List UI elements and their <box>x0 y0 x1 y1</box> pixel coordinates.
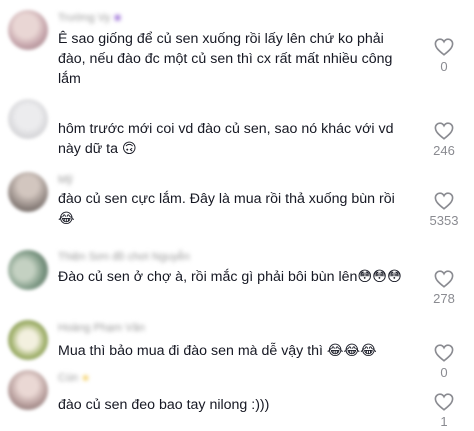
comment-text: Đào củ sen ở chợ à, rồi mắc gì phải bôi … <box>58 269 402 285</box>
comment-text: đào củ sen cực lắm. Đây là mua rồi thả x… <box>58 191 395 227</box>
like-count: 1 <box>440 414 448 429</box>
username-text[interactable]: Thiện Sơn đồ chơi Nguyễn <box>58 251 190 263</box>
heart-icon[interactable] <box>434 344 454 362</box>
comment-username[interactable]: Cún ● <box>58 372 89 384</box>
like-button[interactable]: 5353 <box>414 192 474 228</box>
like-button[interactable]: 1 <box>414 393 474 429</box>
heart-icon[interactable] <box>434 393 454 411</box>
comment-text: hôm trước mới coi vd đào củ sen, sao nó … <box>58 121 394 157</box>
comment-username[interactable]: Trường Vy ■ <box>58 12 121 24</box>
username-text[interactable]: Mỹ <box>58 174 73 186</box>
like-count: 0 <box>440 59 448 74</box>
comment-username[interactable]: Thiện Sơn đồ chơi Nguyễn <box>58 251 190 263</box>
username-text[interactable]: Trường Vy <box>58 12 110 24</box>
avatar[interactable] <box>8 172 48 212</box>
username-text[interactable]: Cún <box>58 372 78 384</box>
username-badge: ■ <box>114 12 121 24</box>
avatar[interactable] <box>8 99 48 139</box>
like-button[interactable]: 0 <box>414 344 474 380</box>
comment-text: Ê sao giống để củ sen xuống rồi lấy lên … <box>58 31 393 87</box>
like-button[interactable]: 0 <box>414 38 474 74</box>
heart-icon[interactable] <box>434 122 454 140</box>
avatar[interactable] <box>8 10 48 50</box>
comment-username[interactable]: Mỹ <box>58 174 73 186</box>
heart-icon[interactable] <box>434 38 454 56</box>
comment-text: Mua thì bảo mua đi đào sen mà dễ vậy thì… <box>58 343 377 359</box>
avatar[interactable] <box>8 320 48 360</box>
avatar[interactable] <box>8 370 48 410</box>
comment-text: đào củ sen đeo bao tay nilong :))) <box>58 397 270 413</box>
username-text[interactable]: Hoàng Phạm Vân <box>58 322 145 334</box>
username-badge: ● <box>82 372 89 384</box>
comment-list: Trường Vy ■ Ê sao giống để củ sen xuống r… <box>0 0 474 431</box>
heart-icon[interactable] <box>434 192 454 210</box>
like-count: 246 <box>433 143 455 158</box>
heart-icon[interactable] <box>434 270 454 288</box>
like-button[interactable]: 278 <box>414 270 474 306</box>
like-count: 0 <box>440 365 448 380</box>
like-count: 278 <box>433 291 455 306</box>
like-button[interactable]: 246 <box>414 122 474 158</box>
comment-username[interactable]: Hoàng Phạm Vân <box>58 322 145 334</box>
avatar[interactable] <box>8 250 48 290</box>
like-count: 5353 <box>429 213 459 228</box>
